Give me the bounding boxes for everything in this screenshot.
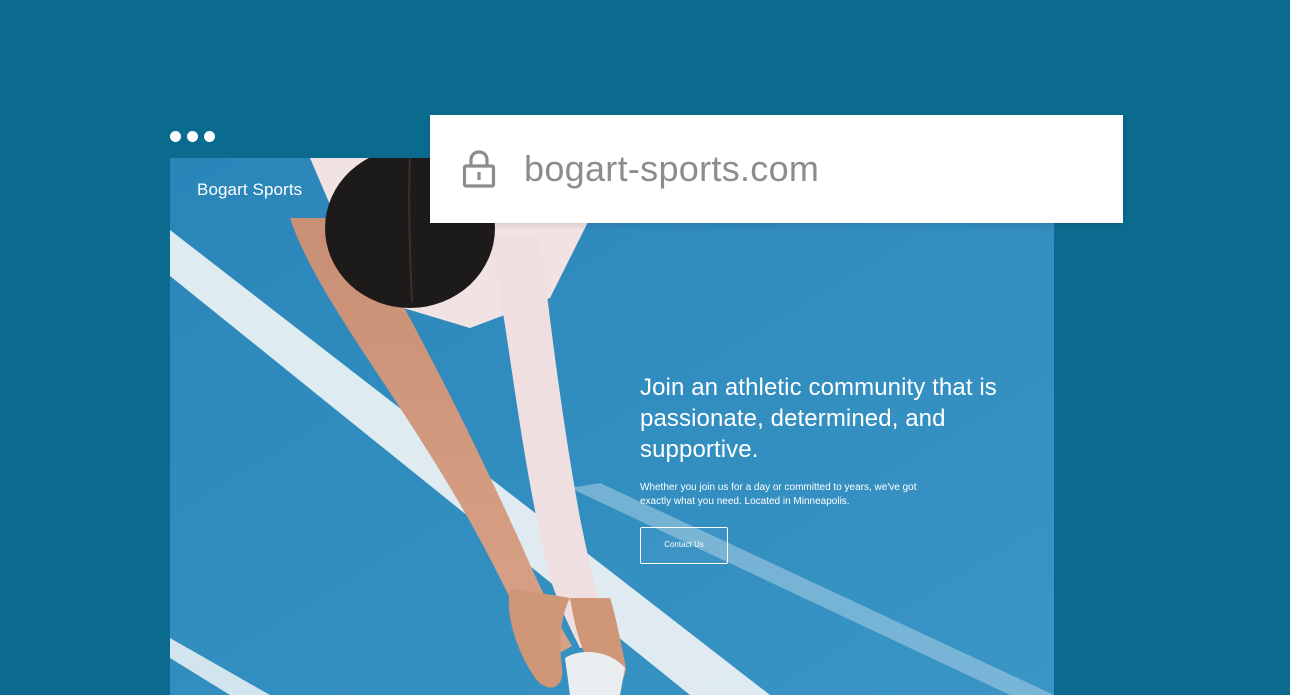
- window-dot[interactable]: [187, 131, 198, 142]
- hero-subtext: Whether you join us for a day or committ…: [640, 482, 917, 507]
- window-dot[interactable]: [204, 131, 215, 142]
- lock-icon: [462, 150, 496, 188]
- window-dot[interactable]: [170, 131, 181, 142]
- site-logo[interactable]: Bogart Sports: [197, 180, 302, 200]
- url-text[interactable]: bogart-sports.com: [524, 148, 819, 190]
- browser-viewport: Bogart Sports Join an athletic community…: [170, 158, 1054, 695]
- address-bar[interactable]: bogart-sports.com: [430, 115, 1123, 223]
- hero-section: Join an athletic community that is passi…: [640, 372, 1040, 564]
- contact-us-button[interactable]: Contact Us: [640, 527, 728, 564]
- window-controls: [170, 131, 215, 142]
- page-background: Bogart Sports Join an athletic community…: [0, 0, 1290, 695]
- hero-headline: Join an athletic community that is passi…: [640, 374, 997, 463]
